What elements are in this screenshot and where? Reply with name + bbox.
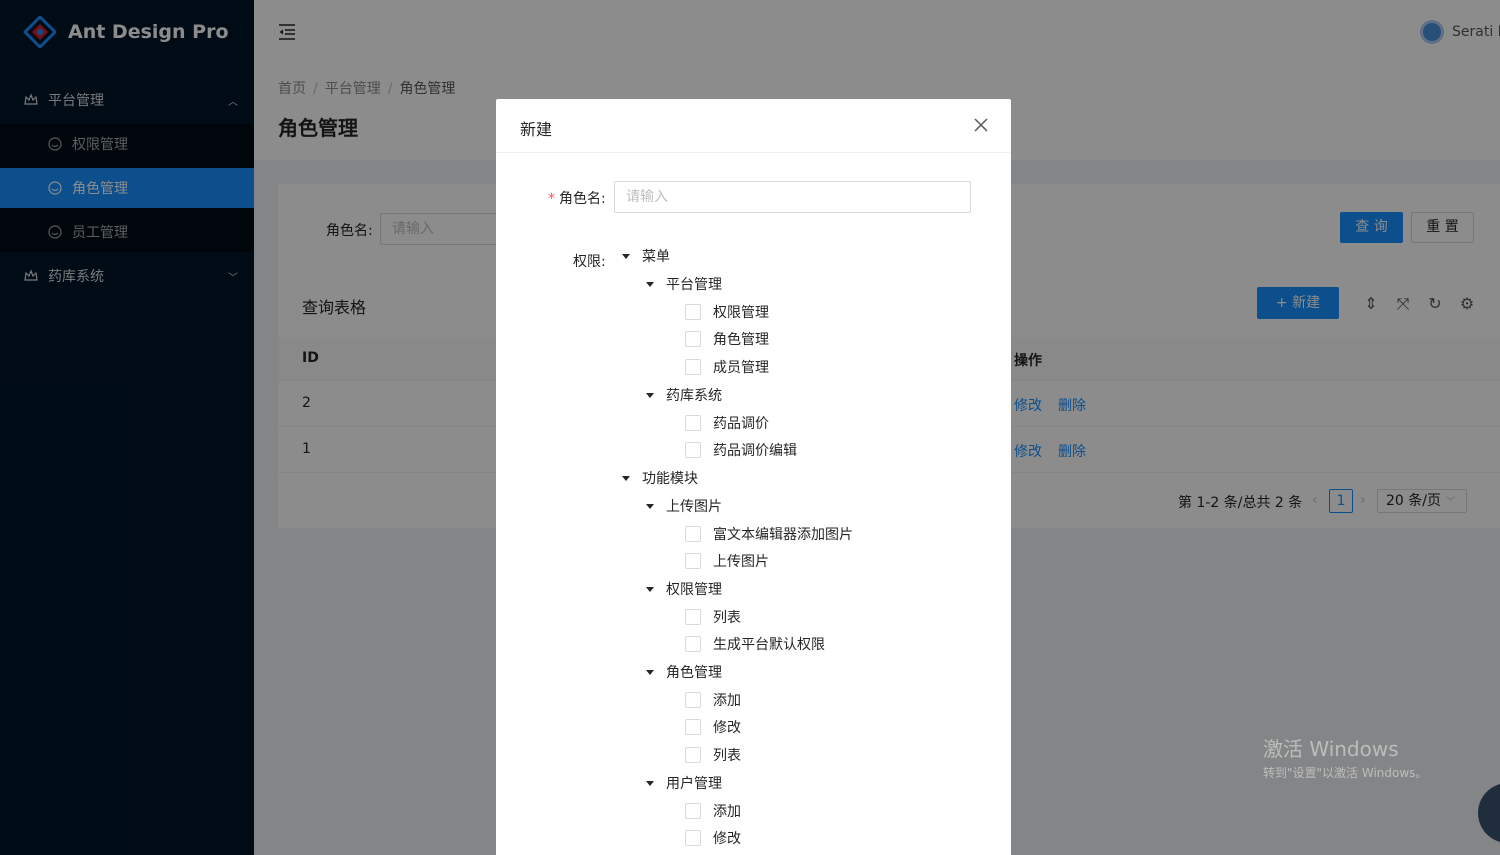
role-name-label: * 角色名: (548, 188, 606, 208)
caret-down-icon[interactable] (646, 669, 654, 675)
tree-leaf-label: 药品调价 (713, 416, 769, 432)
tree-node-label: 平台管理 (666, 277, 722, 293)
tree-leaf[interactable]: 成员管理 (685, 357, 769, 377)
checkbox[interactable] (685, 553, 701, 569)
tree-leaf[interactable]: 列表 (685, 607, 741, 627)
checkbox[interactable] (685, 692, 701, 708)
tree-node-role[interactable]: 角色管理 (646, 662, 722, 682)
tree-node-label: 权限管理 (666, 582, 722, 598)
tree-leaf-label: 添加 (713, 804, 741, 820)
tree-leaf-label: 成员管理 (713, 360, 769, 376)
tree-leaf[interactable]: 生成平台默认权限 (685, 634, 825, 654)
tree-leaf-label: 添加 (713, 693, 741, 709)
tree-leaf[interactable]: 角色管理 (685, 329, 769, 349)
tree-node-modules[interactable]: 功能模块 (622, 468, 698, 488)
tree-leaf-label: 修改 (713, 831, 741, 847)
tree-leaf[interactable]: 药品调价编辑 (685, 440, 797, 460)
tree-leaf-label: 药品调价编辑 (713, 443, 797, 459)
tree-leaf[interactable]: 修改 (685, 828, 741, 848)
tree-node-label: 用户管理 (666, 776, 722, 792)
tree-leaf-label: 上传图片 (713, 554, 769, 570)
tree-node-menu[interactable]: 菜单 (622, 246, 670, 266)
tree-leaf-label: 角色管理 (713, 332, 769, 348)
tree-leaf[interactable]: 添加 (685, 690, 741, 710)
new-role-modal: 新建 * 角色名: 请输入 权限: 菜单 平台管理 权限管理 角色管理 成员管理 … (496, 99, 1011, 855)
tree-node-label: 上传图片 (666, 499, 722, 515)
tree-node-label: 功能模块 (642, 471, 698, 487)
checkbox[interactable] (685, 526, 701, 542)
windows-watermark: 激活 Windows 转到"设置"以激活 Windows。 (1263, 733, 1427, 781)
checkbox[interactable] (685, 359, 701, 375)
tree-leaf[interactable]: 修改 (685, 717, 741, 737)
tree-node-label: 菜单 (642, 249, 670, 265)
tree-leaf[interactable]: 权限管理 (685, 302, 769, 322)
tree-node-pharmacy[interactable]: 药库系统 (646, 385, 722, 405)
permission-label: 权限: (573, 254, 606, 270)
checkbox[interactable] (685, 830, 701, 846)
role-name-input[interactable]: 请输入 (614, 181, 971, 213)
tree-node-user[interactable]: 用户管理 (646, 773, 722, 793)
tree-leaf[interactable]: 添加 (685, 801, 741, 821)
tree-node-upload[interactable]: 上传图片 (646, 496, 722, 516)
caret-down-icon[interactable] (646, 281, 654, 287)
close-icon[interactable] (973, 117, 989, 133)
tree-leaf[interactable]: 列表 (685, 745, 741, 765)
tree-leaf[interactable]: 富文本编辑器添加图片 (685, 524, 853, 544)
required-mark: * (548, 191, 555, 207)
tree-leaf-label: 权限管理 (713, 305, 769, 321)
checkbox[interactable] (685, 415, 701, 431)
watermark-line2: 转到"设置"以激活 Windows。 (1263, 766, 1428, 780)
checkbox[interactable] (685, 803, 701, 819)
tree-leaf[interactable]: 药品调价 (685, 413, 769, 433)
checkbox[interactable] (685, 442, 701, 458)
modal-title: 新建 (520, 120, 553, 139)
checkbox[interactable] (685, 609, 701, 625)
tree-leaf-label: 修改 (713, 720, 741, 736)
checkbox[interactable] (685, 331, 701, 347)
caret-down-icon[interactable] (646, 503, 654, 509)
tree-node-label: 角色管理 (666, 665, 722, 681)
tree-node-label: 药库系统 (666, 388, 722, 404)
tree-leaf-label: 列表 (713, 748, 741, 764)
checkbox[interactable] (685, 747, 701, 763)
tree-leaf-label: 生成平台默认权限 (713, 637, 825, 653)
caret-down-icon[interactable] (646, 392, 654, 398)
caret-down-icon[interactable] (646, 780, 654, 786)
caret-down-icon[interactable] (646, 586, 654, 592)
tree-node-platform[interactable]: 平台管理 (646, 274, 722, 294)
tree-leaf-label: 富文本编辑器添加图片 (713, 527, 853, 543)
checkbox[interactable] (685, 304, 701, 320)
caret-down-icon[interactable] (622, 253, 630, 259)
caret-down-icon[interactable] (622, 475, 630, 481)
tree-leaf[interactable]: 上传图片 (685, 551, 769, 571)
watermark-line1: 激活 Windows (1263, 737, 1399, 761)
role-name-label-text: 角色名: (559, 191, 606, 207)
modal-header: 新建 (496, 99, 1011, 153)
checkbox[interactable] (685, 719, 701, 735)
checkbox[interactable] (685, 636, 701, 652)
tree-leaf-label: 列表 (713, 610, 741, 626)
tree-node-perm[interactable]: 权限管理 (646, 579, 722, 599)
